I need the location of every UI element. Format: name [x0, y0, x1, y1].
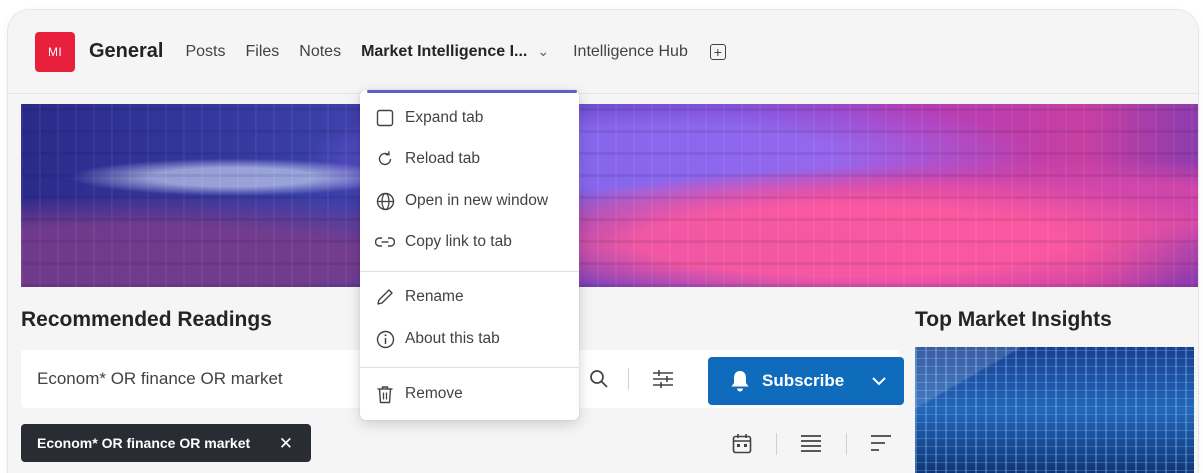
- subscribe-label: Subscribe: [762, 371, 845, 390]
- menu-item-label: Copy link to tab: [405, 233, 512, 250]
- search-input[interactable]: Econom* OR finance OR market: [37, 369, 283, 389]
- calendar-icon[interactable]: [732, 433, 752, 455]
- bell-icon: [731, 371, 749, 392]
- info-icon: [374, 328, 396, 350]
- list-view-icon[interactable]: [800, 433, 822, 453]
- menu-divider: [360, 367, 579, 368]
- menu-item-label: Rename: [405, 288, 464, 305]
- link-icon: [374, 231, 396, 253]
- divider: [776, 433, 777, 455]
- menu-item-label: Expand tab: [405, 109, 484, 126]
- teams-window: MI General Posts Files Notes Market Inte…: [8, 10, 1198, 473]
- menu-item-label: About this tab: [405, 330, 500, 347]
- sort-icon[interactable]: [870, 433, 892, 453]
- tab-options-menu: Expand tab Reload tab Open in new window: [360, 90, 579, 420]
- chevron-down-icon[interactable]: ⌄: [537, 43, 549, 60]
- channel-header: MI General Posts Files Notes Market Inte…: [8, 10, 1198, 94]
- menu-item-reload-tab[interactable]: Reload tab: [360, 141, 579, 177]
- menu-item-copy-link[interactable]: Copy link to tab: [360, 224, 579, 260]
- tab-market-intelligence[interactable]: Market Intelligence I...: [361, 43, 527, 61]
- globe-icon: [374, 190, 396, 212]
- hero-banner-image: [21, 104, 1198, 287]
- menu-item-about-tab[interactable]: About this tab: [360, 321, 579, 357]
- recommended-readings-title: Recommended Readings: [21, 308, 272, 331]
- menu-item-label: Reload tab: [405, 150, 480, 167]
- divider: [846, 433, 847, 455]
- tab-notes[interactable]: Notes: [299, 43, 341, 61]
- menu-item-rename[interactable]: Rename: [360, 279, 579, 315]
- menu-item-label: Open in new window: [405, 192, 549, 209]
- menu-item-expand-tab[interactable]: Expand tab: [360, 100, 579, 136]
- filter-chip-label: Econom* OR finance OR market: [37, 435, 251, 451]
- expand-icon: [374, 107, 396, 129]
- menu-divider: [360, 271, 579, 272]
- menu-item-label: Remove: [405, 385, 463, 402]
- tab-files[interactable]: Files: [246, 43, 280, 61]
- insight-thumbnail-image[interactable]: [915, 347, 1194, 473]
- active-tab-indicator: [367, 90, 577, 93]
- team-avatar[interactable]: MI: [35, 31, 75, 72]
- menu-item-remove[interactable]: Remove: [360, 376, 579, 412]
- subscribe-button[interactable]: Subscribe: [708, 357, 904, 405]
- top-market-insights-title: Top Market Insights: [915, 308, 1112, 331]
- tab-intelligence-hub[interactable]: Intelligence Hub: [573, 43, 688, 61]
- channel-title: General: [89, 40, 164, 62]
- tab-posts[interactable]: Posts: [185, 43, 225, 61]
- filter-settings-icon[interactable]: [652, 369, 674, 389]
- menu-item-open-new-window[interactable]: Open in new window: [360, 183, 579, 219]
- trash-icon: [374, 383, 396, 405]
- search-icon[interactable]: [589, 369, 609, 389]
- chevron-down-icon[interactable]: [871, 375, 887, 387]
- active-filter-chip[interactable]: Econom* OR finance OR market ✕: [21, 424, 311, 462]
- add-tab-icon[interactable]: +: [709, 43, 726, 60]
- pencil-icon: [374, 286, 396, 308]
- close-icon[interactable]: ✕: [279, 434, 293, 454]
- reload-icon: [374, 148, 396, 170]
- divider: [628, 368, 629, 390]
